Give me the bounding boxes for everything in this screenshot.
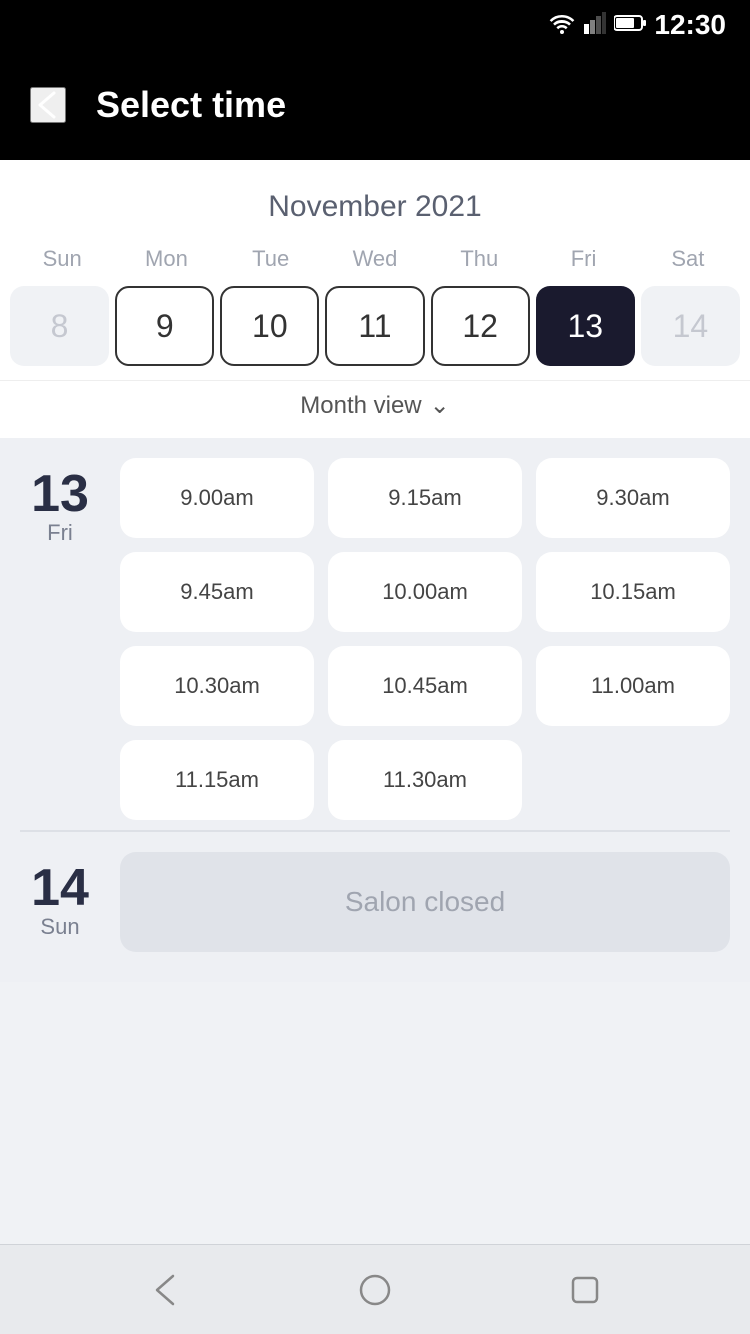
status-bar: 12:30: [0, 0, 750, 50]
time-slot-1000am[interactable]: 10.00am: [328, 552, 522, 632]
battery-icon: [614, 14, 646, 37]
date-cell-10[interactable]: 10: [220, 286, 319, 366]
day-header-thu: Thu: [427, 240, 531, 278]
salon-closed-label: Salon closed: [345, 886, 505, 918]
month-label: November 2021: [0, 180, 750, 240]
time-slot-1115am[interactable]: 11.15am: [120, 740, 314, 820]
back-button[interactable]: [30, 87, 66, 123]
time-slot-900am[interactable]: 9.00am: [120, 458, 314, 538]
day-label-14: 14 Sun: [20, 852, 100, 952]
day-label-13: 13 Fri: [20, 458, 100, 820]
day-name-14: Sun: [40, 914, 79, 940]
date-cell-9[interactable]: 9: [115, 286, 214, 366]
week-days-header: Sun Mon Tue Wed Thu Fri Sat: [0, 240, 750, 278]
day-number-14: 14: [31, 862, 89, 914]
time-slot-1045am[interactable]: 10.45am: [328, 646, 522, 726]
day-name-13: Fri: [47, 520, 73, 546]
status-icons: 12:30: [548, 9, 726, 41]
time-slot-915am[interactable]: 9.15am: [328, 458, 522, 538]
salon-closed-box: Salon closed: [120, 852, 730, 952]
day-header-tue: Tue: [219, 240, 323, 278]
nav-back-icon[interactable]: [147, 1272, 183, 1308]
wifi-icon: [548, 12, 576, 39]
time-slot-1015am[interactable]: 10.15am: [536, 552, 730, 632]
header: Select time: [0, 50, 750, 160]
status-time: 12:30: [654, 9, 726, 41]
date-cell-12[interactable]: 12: [431, 286, 530, 366]
chevron-down-icon: ⌄: [430, 391, 450, 420]
month-view-label: Month view: [300, 392, 421, 420]
date-cell-8[interactable]: 8: [10, 286, 109, 366]
month-view-toggle[interactable]: Month view ⌄: [0, 380, 750, 438]
schedule-section: 13 Fri 9.00am 9.15am 9.30am 9.45am 10.00…: [0, 438, 750, 982]
page-title: Select time: [96, 84, 286, 126]
time-slot-1130am[interactable]: 11.30am: [328, 740, 522, 820]
time-slot-945am[interactable]: 9.45am: [120, 552, 314, 632]
section-divider: [20, 830, 730, 832]
date-cell-13[interactable]: 13: [536, 286, 635, 366]
day-block-13: 13 Fri 9.00am 9.15am 9.30am 9.45am 10.00…: [20, 458, 730, 820]
date-cell-11[interactable]: 11: [325, 286, 424, 366]
nav-bar: [0, 1244, 750, 1334]
date-cell-14[interactable]: 14: [641, 286, 740, 366]
day-header-sun: Sun: [10, 240, 114, 278]
time-slot-1100am[interactable]: 11.00am: [536, 646, 730, 726]
time-slots-grid-13: 9.00am 9.15am 9.30am 9.45am 10.00am 10.1…: [120, 458, 730, 820]
nav-square-icon[interactable]: [567, 1272, 603, 1308]
time-slot-930am[interactable]: 9.30am: [536, 458, 730, 538]
nav-home-icon[interactable]: [357, 1272, 393, 1308]
day-header-wed: Wed: [323, 240, 427, 278]
day-header-sat: Sat: [636, 240, 740, 278]
signal-icon: [584, 12, 606, 39]
day-number-13: 13: [31, 468, 89, 520]
week-dates: 8 9 10 11 12 13 14: [0, 278, 750, 380]
day-header-mon: Mon: [114, 240, 218, 278]
time-slot-1030am[interactable]: 10.30am: [120, 646, 314, 726]
calendar-section: November 2021 Sun Mon Tue Wed Thu Fri Sa…: [0, 160, 750, 438]
day-header-fri: Fri: [531, 240, 635, 278]
day-block-14: 14 Sun Salon closed: [20, 852, 730, 952]
